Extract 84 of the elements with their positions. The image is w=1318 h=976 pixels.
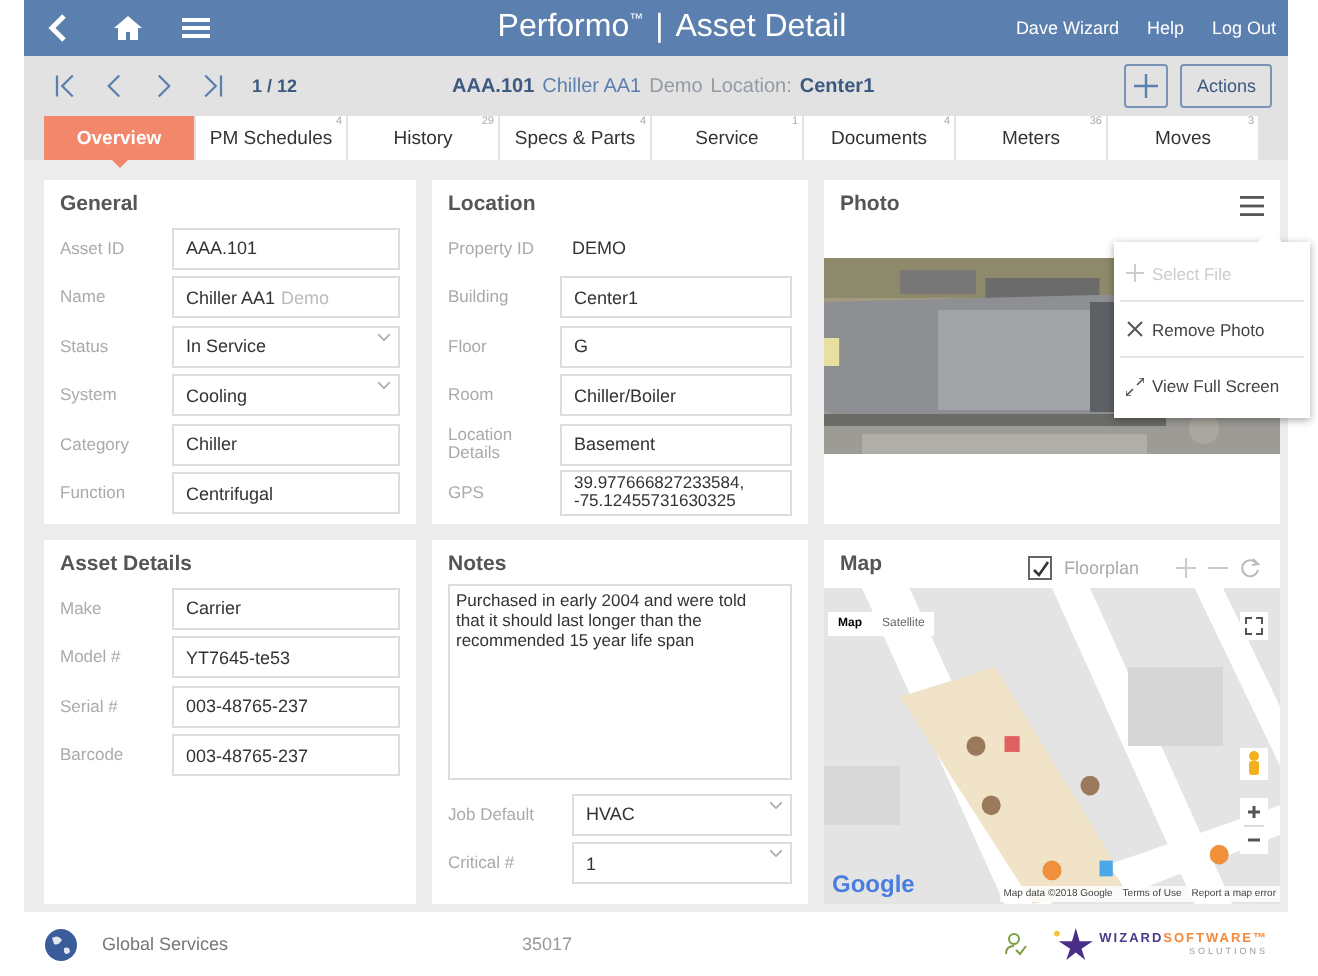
user-check-icon[interactable] [1003, 932, 1028, 956]
first-record-icon[interactable] [52, 72, 76, 100]
input-field[interactable]: YT7645-te53 [172, 636, 400, 679]
field-value: DEMO [570, 236, 628, 263]
field-label: Location Details [448, 426, 515, 463]
record-position: 1 / 12 [252, 76, 300, 96]
next-record-icon[interactable] [152, 72, 176, 100]
input-field[interactable]: Chiller AA1 Demo [172, 276, 400, 319]
zoom-controls-icon[interactable] [1240, 798, 1268, 854]
input-field[interactable]: G [560, 325, 792, 368]
asset-tag: Demo [649, 75, 703, 97]
globe-icon [44, 927, 78, 961]
field-label: Model # [60, 648, 123, 667]
caret-icon [378, 382, 390, 391]
header-link[interactable]: Help [1146, 18, 1184, 38]
app-title: Performo$^{™}$ [497, 10, 644, 46]
input-field[interactable]: 003-48765-237 [172, 685, 400, 728]
field-label: Building [448, 288, 511, 307]
actions-button[interactable]: Actions [1180, 64, 1272, 108]
input-field[interactable]: Basement [560, 423, 792, 466]
input-field[interactable]: Chiller/Boiler [560, 374, 792, 417]
panel-title: General [60, 192, 141, 220]
panel-title: Map [840, 552, 884, 580]
menu-icon[interactable] [180, 12, 212, 44]
input-field[interactable]: Chiller [172, 423, 400, 466]
home-icon[interactable] [112, 12, 144, 44]
map-logo: Google [832, 870, 915, 898]
field-label: Barcode [60, 746, 126, 765]
checkbox-label: Floorplan [1064, 558, 1142, 578]
dropdown[interactable]: In Service [172, 325, 400, 368]
input-field[interactable]: Carrier [172, 587, 400, 630]
field-label: GPS [448, 484, 486, 503]
menu-icon[interactable] [1240, 196, 1264, 216]
header-link[interactable]: Log Out [1211, 18, 1276, 38]
panel-title: Photo [840, 192, 900, 220]
company-name: Global Services [102, 934, 231, 954]
field-label: Asset ID [60, 239, 127, 258]
field-label: Serial # [60, 697, 120, 716]
input-field[interactable]: Centrifugal [172, 472, 400, 515]
field-label: Make [60, 599, 104, 618]
field-label: Floor [448, 337, 489, 356]
expand-icon [1126, 377, 1144, 395]
person-icon[interactable] [1240, 748, 1268, 780]
plus-icon [1132, 72, 1161, 100]
refresh-icon[interactable] [1240, 558, 1260, 578]
text-area[interactable]: 39.977666827233584, -75.12455731630325 [560, 470, 792, 517]
field-label: System [60, 386, 119, 405]
field-label: Job Default [448, 805, 536, 824]
notes-field[interactable]: Purchased in early 2004 and were told that it should last longer than the recommended 15 year life span [448, 584, 792, 780]
plus-icon [1126, 264, 1144, 282]
site-code: 35017 [522, 934, 575, 954]
checkbox[interactable] [1028, 556, 1052, 580]
header-link[interactable]: Dave Wizard [1015, 18, 1119, 38]
add-button[interactable] [1124, 64, 1169, 108]
caret-icon [770, 850, 782, 859]
panel-title: Location [448, 192, 538, 220]
caret-icon [378, 333, 390, 342]
field-label: Property ID [448, 239, 536, 258]
field-label: Critical # [448, 854, 517, 873]
dropdown[interactable]: 1 [572, 842, 792, 885]
dropdown[interactable]: Cooling [172, 374, 400, 417]
field-label: Room [448, 386, 496, 405]
input-field[interactable]: Center1 [560, 276, 792, 319]
close-icon [1126, 320, 1144, 338]
field-label: Name [60, 288, 108, 307]
previous-record-icon[interactable] [102, 72, 126, 100]
page-title: Asset Detail [675, 10, 847, 46]
dropdown[interactable]: HVAC [572, 793, 792, 836]
asset-id: AAA.101 [452, 75, 535, 97]
location-name: Center1 [799, 75, 875, 97]
panel-title: Asset Details [60, 552, 194, 580]
panel-title: Notes [448, 552, 509, 580]
field-label: Function [60, 484, 128, 503]
title-separator: | [655, 10, 664, 46]
input-field[interactable]: 003-48765-237 [172, 734, 400, 777]
caret-icon [770, 801, 782, 810]
name-tag: Demo [281, 287, 330, 308]
asset-name: Chiller AA1 [542, 75, 642, 97]
field-label: Category [60, 435, 131, 454]
last-record-icon[interactable] [202, 72, 226, 100]
input-field[interactable]: AAA.101 [172, 227, 400, 270]
field-label: Status [60, 337, 111, 356]
location-label: Location: [710, 75, 792, 97]
fullscreen-icon[interactable] [1240, 612, 1268, 640]
